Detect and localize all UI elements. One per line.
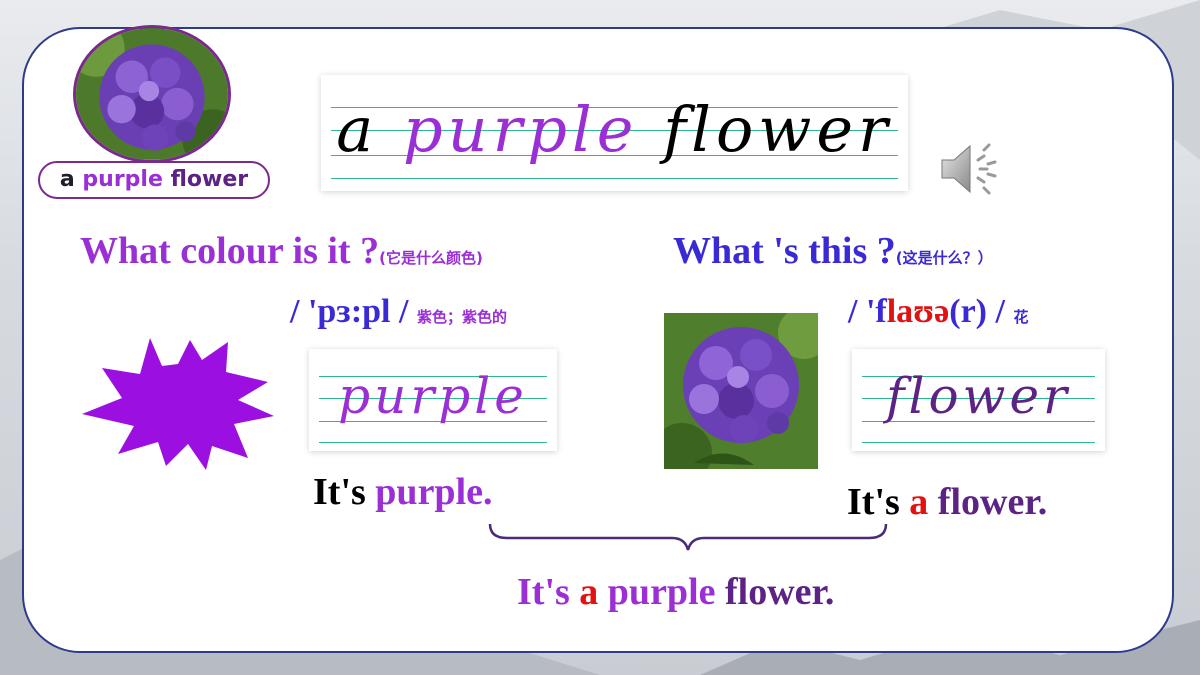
phonetic-purple-meaning: 紫色；紫色的 <box>416 308 507 326</box>
purple-board-word: purple <box>338 367 528 425</box>
question-this-note: (这是什么？） <box>895 249 993 267</box>
question-whats-this: What 's this ?(这是什么？） <box>673 229 993 273</box>
pill-word-purple: purple <box>82 167 163 192</box>
answer-combined: It's a purple flower. <box>517 570 834 614</box>
curly-brace <box>488 523 888 551</box>
main-word-purple: purple <box>402 93 639 166</box>
answer-flower-its: It's <box>847 481 900 523</box>
phonetic-flower-mid: laʊə <box>886 293 950 330</box>
phonetic-flower-post: (r) / <box>949 293 1005 330</box>
phonetic-flower: / 'flaʊə(r) / 花 <box>848 293 1028 331</box>
flower-photo <box>664 313 818 469</box>
phonetic-purple: / 'pɜ:pl / 紫色；紫色的 <box>290 293 507 331</box>
answer-purple-its: It's <box>313 471 366 513</box>
flower-photo-square <box>664 313 818 469</box>
flower-photo <box>76 28 228 160</box>
phonetic-flower-pre: / 'f <box>848 293 887 330</box>
main-writing-board: a purple flower <box>321 75 908 191</box>
flower-writing-board: flower <box>852 349 1105 451</box>
purple-star-shape <box>82 338 274 470</box>
question-what-colour: What colour is it ?(它是什么颜色) <box>80 229 483 273</box>
speaker-icon[interactable] <box>938 140 1000 198</box>
flower-board-word: flower <box>886 367 1071 425</box>
answer-flower-a: a <box>909 481 929 523</box>
question-colour-note: (它是什么颜色) <box>379 249 483 267</box>
answer-its-a-flower: It's a flower. <box>847 480 1047 524</box>
pill-word-flower: flower <box>170 167 249 192</box>
combined-flower: flower. <box>725 571 835 613</box>
answer-flower-word: flower. <box>937 481 1048 523</box>
pill-word-a: a <box>59 167 75 192</box>
combined-its: It's <box>517 571 570 613</box>
combined-purple: purple <box>607 571 716 613</box>
combined-a: a <box>579 571 599 613</box>
question-colour-text: What colour is it ? <box>80 230 380 272</box>
phonetic-flower-meaning: 花 <box>1013 308 1029 326</box>
answer-its-purple: It's purple. <box>313 470 493 514</box>
phonetic-purple-text: / 'pɜ:pl / <box>290 293 409 330</box>
answer-purple-word: purple. <box>375 471 493 513</box>
purple-writing-board: purple <box>309 349 557 451</box>
pill-label: a purple flower <box>38 161 270 199</box>
question-this-text: What 's this ? <box>673 230 896 272</box>
main-board-text: a purple flower <box>321 93 908 166</box>
flower-photo-circle <box>73 25 231 163</box>
main-word-a: a <box>336 93 379 166</box>
main-word-flower: flower <box>663 93 893 166</box>
